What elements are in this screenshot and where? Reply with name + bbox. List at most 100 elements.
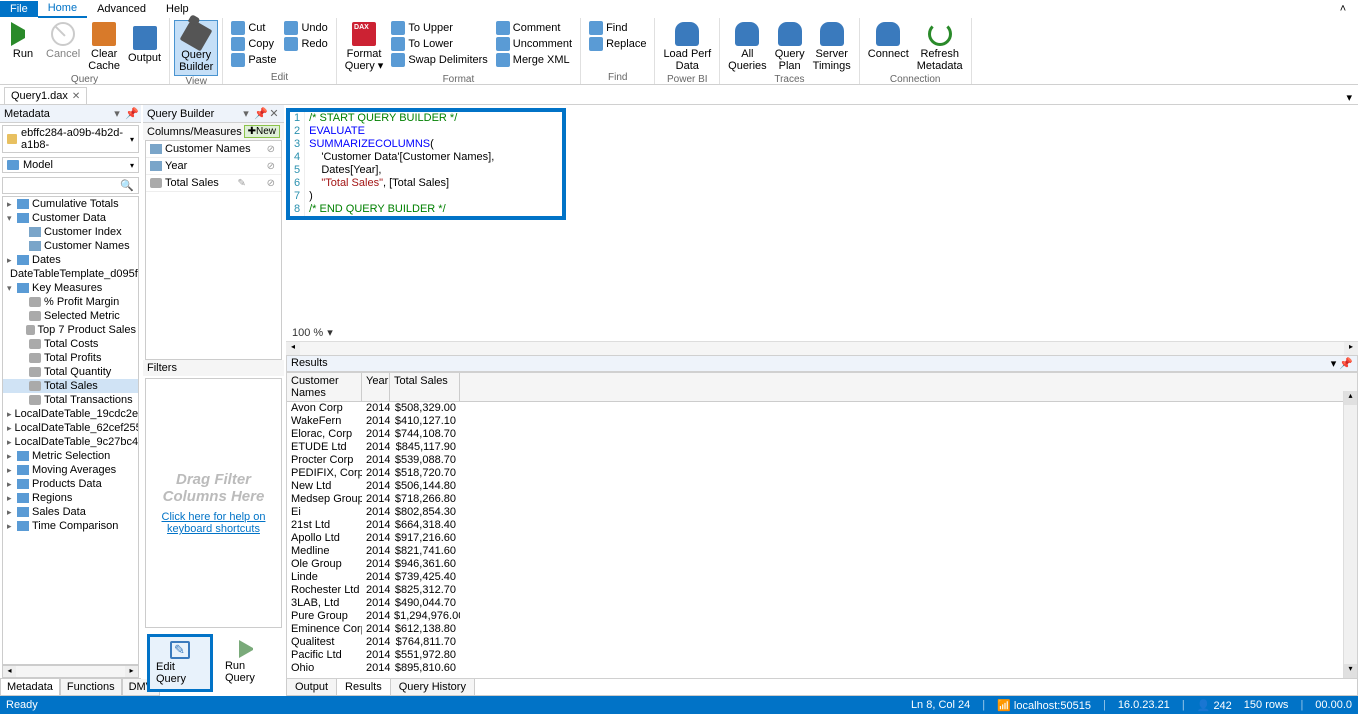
qb-pin-icon[interactable]: 📌 — [254, 107, 266, 120]
qb-item[interactable]: Year⊘ — [146, 158, 281, 175]
tree-item[interactable]: DateTableTemplate_d095fb — [3, 267, 138, 281]
tree-item[interactable]: Selected Metric — [3, 309, 138, 323]
menu-file[interactable]: File — [0, 1, 38, 17]
output-button[interactable]: Output — [124, 20, 165, 66]
comment-button[interactable]: Comment — [492, 20, 576, 36]
column-header[interactable]: Year — [362, 373, 390, 401]
remove-icon[interactable]: ⊘ — [265, 178, 277, 189]
tree-item[interactable]: % Profit Margin — [3, 295, 138, 309]
metadata-hscroll[interactable]: ◂▸ — [2, 665, 139, 678]
tree-item[interactable]: Total Costs — [3, 337, 138, 351]
tree-item[interactable]: ▸LocalDateTable_19cdc2e1- — [3, 407, 138, 421]
tree-item[interactable]: Total Profits — [3, 351, 138, 365]
tree-item[interactable]: Total Quantity — [3, 365, 138, 379]
table-row[interactable]: PEDIFIX, Corp2014$518,720.70 — [287, 467, 1357, 480]
menu-advanced[interactable]: Advanced — [87, 1, 156, 17]
remove-icon[interactable]: ⊘ — [265, 144, 277, 155]
tree-item[interactable]: ▸Time Comparison — [3, 519, 138, 533]
tree-item[interactable]: Customer Index — [3, 225, 138, 239]
zoom-indicator[interactable]: 100 %▾ — [286, 324, 1358, 341]
tree-item[interactable]: ▸Dates — [3, 253, 138, 267]
table-row[interactable]: Ei2014$802,854.30 — [287, 506, 1357, 519]
to-upper-button[interactable]: To Upper — [387, 20, 491, 36]
tab-functions[interactable]: Functions — [60, 679, 122, 696]
tree-item[interactable]: ▾Key Measures — [3, 281, 138, 295]
close-icon[interactable]: ✕ — [72, 91, 80, 102]
server-timings-button[interactable]: Server Timings — [809, 20, 855, 74]
table-row[interactable]: Procter Corp2014$539,088.70 — [287, 454, 1357, 467]
table-row[interactable]: 3LAB, Ltd2014$490,044.70 — [287, 597, 1357, 610]
paste-button[interactable]: Paste — [227, 52, 280, 68]
qb-item[interactable]: Total Sales✎⊘ — [146, 175, 281, 192]
format-query-button[interactable]: Format Query ▾ — [341, 20, 388, 74]
cancel-button[interactable]: Cancel — [42, 20, 84, 62]
filters-dropzone[interactable]: Drag Filter Columns Here Click here for … — [145, 378, 282, 628]
tab-metadata[interactable]: Metadata — [0, 679, 60, 696]
redo-button[interactable]: Redo — [280, 36, 331, 52]
table-row[interactable]: Medline2014$821,741.60 — [287, 545, 1357, 558]
all-queries-button[interactable]: All Queries — [724, 20, 771, 74]
tree-item[interactable]: Total Transactions — [3, 393, 138, 407]
tree-item[interactable]: Total Sales — [3, 379, 138, 393]
table-row[interactable]: Qualitest2014$764,811.70 — [287, 636, 1357, 649]
tree-item[interactable]: ▸Cumulative Totals — [3, 197, 138, 211]
uncomment-button[interactable]: Uncomment — [492, 36, 576, 52]
grid-vscroll[interactable]: ▴▾ — [1343, 391, 1357, 678]
tree-item[interactable]: ▸Metric Selection — [3, 449, 138, 463]
tree-item[interactable]: ▸LocalDateTable_62cef255-0 — [3, 421, 138, 435]
cut-button[interactable]: Cut — [227, 20, 280, 36]
tree-item[interactable]: ▸LocalDateTable_9c27bc4b- — [3, 435, 138, 449]
run-button[interactable]: Run — [4, 20, 42, 62]
tree-item[interactable]: Customer Names — [3, 239, 138, 253]
tree-item[interactable]: ▾Customer Data — [3, 211, 138, 225]
load-perf-button[interactable]: Load Perf Data — [659, 20, 715, 74]
remove-icon[interactable]: ⊘ — [265, 161, 277, 172]
edit-icon[interactable]: ✎ — [236, 178, 248, 189]
column-header[interactable]: Total Sales — [390, 373, 460, 401]
qb-item[interactable]: Customer Names⊘ — [146, 141, 281, 158]
table-row[interactable]: Linde2014$739,425.40 — [287, 571, 1357, 584]
table-row[interactable]: Apollo Ltd2014$917,216.60 — [287, 532, 1357, 545]
tab-query-history[interactable]: Query History — [391, 679, 475, 695]
chevron-down-icon[interactable]: ▾ — [327, 326, 333, 339]
table-row[interactable]: Rochester Ltd2014$825,312.70 — [287, 584, 1357, 597]
qb-menu-icon[interactable]: ▾ — [240, 107, 252, 120]
code-editor[interactable]: 12345678 /* START QUERY BUILDER */EVALUA… — [290, 112, 562, 216]
column-header[interactable]: Customer Names — [287, 373, 362, 401]
undo-button[interactable]: Undo — [280, 20, 331, 36]
ribbon-collapse-icon[interactable]: ˄ — [1336, 3, 1350, 15]
query-plan-button[interactable]: Query Plan — [771, 20, 809, 74]
model-select[interactable]: Model▾ — [2, 157, 139, 173]
table-row[interactable]: Pacific Ltd2014$551,972.80 — [287, 649, 1357, 662]
pin2-icon[interactable]: 📌 — [125, 107, 137, 120]
tree-item[interactable]: ▸Regions — [3, 491, 138, 505]
swap-delimiters-button[interactable]: Swap Delimiters — [387, 52, 491, 68]
table-row[interactable]: Elorac, Corp2014$744,108.70 — [287, 428, 1357, 441]
table-row[interactable]: New Ltd2014$506,144.80 — [287, 480, 1357, 493]
table-row[interactable]: Ole Group2014$946,361.60 — [287, 558, 1357, 571]
replace-button[interactable]: Replace — [585, 36, 650, 52]
tree-item[interactable]: ▸Sales Data — [3, 505, 138, 519]
tab-output[interactable]: Output — [287, 679, 337, 695]
results-menu-icon[interactable]: ▾ 📌 — [1331, 357, 1353, 370]
run-query-button[interactable]: Run Query — [219, 634, 280, 692]
connect-button[interactable]: Connect — [864, 20, 913, 62]
doc-menu-icon[interactable]: ▾ — [1346, 91, 1352, 104]
database-select[interactable]: ebffc284-a09b-4b2d-a1b8-▾ — [2, 125, 139, 153]
menu-home[interactable]: Home — [38, 0, 87, 18]
table-row[interactable]: ETUDE Ltd2014$845,117.90 — [287, 441, 1357, 454]
clear-cache-button[interactable]: Clear Cache — [84, 20, 124, 74]
columns-measures-list[interactable]: Customer Names⊘Year⊘Total Sales✎⊘ — [145, 140, 282, 360]
table-row[interactable]: WakeFern2014$410,127.10 — [287, 415, 1357, 428]
results-grid[interactable]: Customer Names Year Total Sales Avon Cor… — [286, 372, 1358, 679]
editor-hscroll[interactable]: ◂▸ — [286, 341, 1358, 355]
edit-query-button[interactable]: Edit Query — [147, 634, 213, 692]
tab-results[interactable]: Results — [337, 679, 391, 695]
search-input[interactable]: 🔍 — [2, 177, 139, 194]
table-row[interactable]: Pure Group2014$1,294,976.00 — [287, 610, 1357, 623]
table-row[interactable]: Eminence Corp2014$612,138.80 — [287, 623, 1357, 636]
find-button[interactable]: Find — [585, 20, 650, 36]
copy-button[interactable]: Copy — [227, 36, 280, 52]
help-link[interactable]: Click here for help onkeyboard shortcuts — [162, 511, 266, 535]
table-row[interactable]: Medsep Group2014$718,266.80 — [287, 493, 1357, 506]
